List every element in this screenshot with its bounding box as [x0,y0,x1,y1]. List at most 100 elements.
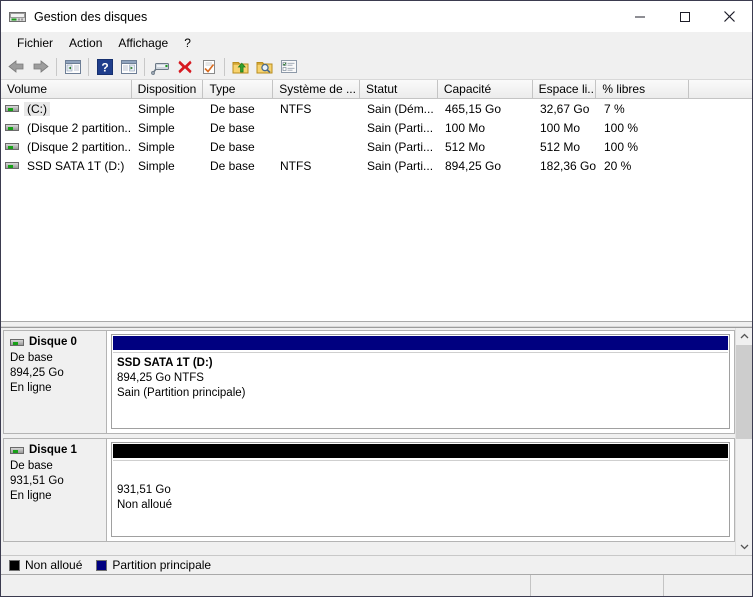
toolbar-separator [56,58,57,76]
properties-check-icon[interactable] [197,56,220,78]
menu-bar: Fichier Action Affichage ? [1,32,752,54]
forward-arrow-icon[interactable] [29,56,52,78]
volume-label: SSD SATA 1T (D:) [24,159,127,173]
delete-icon[interactable] [173,56,196,78]
column-header-free-space[interactable]: Espace li... [533,80,597,98]
volume-name-cell: (Disque 2 partition... [1,140,132,154]
volume-filesystem-cell: NTFS [274,159,361,173]
column-header-disposition[interactable]: Disposition [132,80,204,98]
scrollbar-thumb[interactable] [736,345,752,439]
column-header-free-percent[interactable]: % libres [596,80,689,98]
volume-filesystem-cell: NTFS [274,102,361,116]
partition-status: Sain (Partition principale) [117,386,728,401]
volume-disk-icon [5,143,19,150]
disk-info-panel[interactable]: Disque 0 De base 894,25 Go En ligne [4,331,107,433]
volume-capacity-cell: 465,15 Go [439,102,534,116]
column-header-capacity[interactable]: Capacité [438,80,533,98]
table-row[interactable]: (Disque 2 partition... Simple De base Sa… [1,137,752,156]
volume-free-space-cell: 512 Mo [534,140,598,154]
volume-list-column-headers: Volume Disposition Type Système de ... S… [1,80,752,99]
disk-partitions: SSD SATA 1T (D:) 894,25 Go NTFS Sain (Pa… [107,331,734,433]
table-row[interactable]: (Disque 2 partition... Simple De base Sa… [1,118,752,137]
options-list-icon[interactable] [277,56,300,78]
partition-title: SSD SATA 1T (D:) [117,356,728,371]
graphical-view-scrollbar[interactable] [735,328,752,555]
minimize-button[interactable] [617,1,662,32]
disk-type: De base [10,351,106,366]
volume-status-cell: Sain (Parti... [361,140,439,154]
legend-entry-unallocated: Non alloué [9,558,82,572]
export-list-icon[interactable] [229,56,252,78]
volume-disposition-cell: Simple [132,159,204,173]
disk-block[interactable]: Disque 0 De base 894,25 Go En ligne SSD … [3,330,735,434]
title-bar-left: Gestion des disques [1,10,147,24]
disk-name: Disque 0 [29,335,77,350]
volume-list-pane: Volume Disposition Type Système de ... S… [1,79,752,321]
back-arrow-icon[interactable] [5,56,28,78]
menu-fichier[interactable]: Fichier [9,34,61,52]
volume-type-cell: De base [204,140,274,154]
graphical-view-content: Disque 0 De base 894,25 Go En ligne SSD … [1,328,735,555]
volume-disk-icon [5,162,19,169]
disk-state: En ligne [10,381,106,396]
partition-details: 931,51 Go Non alloué [113,460,728,535]
menu-action[interactable]: Action [61,34,110,52]
table-row[interactable]: (C:) Simple De base NTFS Sain (Dém... 46… [1,99,752,118]
volume-label: (C:) [24,102,50,116]
volume-free-space-cell: 182,36 Go [534,159,598,173]
disk-drive-icon [10,447,24,454]
disk-title-row: Disque 0 [10,335,106,350]
column-header-volume[interactable]: Volume [1,80,132,98]
toolbar: ? [1,54,752,79]
search-folder-icon[interactable] [253,56,276,78]
menu-affichage[interactable]: Affichage [110,34,176,52]
volume-status-cell: Sain (Parti... [361,159,439,173]
window-controls [617,1,752,32]
volume-name-cell: (C:) [1,102,132,116]
column-header-filesystem[interactable]: Système de ... [273,80,360,98]
volume-disk-icon [5,124,19,131]
svg-text:?: ? [101,60,108,74]
column-header-status[interactable]: Statut [360,80,438,98]
volume-type-cell: De base [204,159,274,173]
close-button[interactable] [707,1,752,32]
column-header-type[interactable]: Type [203,80,273,98]
partition-size-fs: 931,51 Go [117,483,728,498]
legend-swatch-primary-partition [96,560,107,571]
volume-type-cell: De base [204,121,274,135]
disk-size: 931,51 Go [10,474,106,489]
disk-drive-icon [9,10,26,24]
disk-title-row: Disque 1 [10,443,106,458]
disk-type: De base [10,459,106,474]
legend-label-primary-partition: Partition principale [112,558,211,572]
column-header-empty[interactable] [689,80,752,98]
rescan-disks-icon[interactable] [149,56,172,78]
disk-block[interactable]: Disque 1 De base 931,51 Go En ligne 931,… [3,438,735,542]
status-segment-tertiary [664,575,752,596]
table-row[interactable]: SSD SATA 1T (D:) Simple De base NTFS Sai… [1,156,752,175]
disk-info-panel[interactable]: Disque 1 De base 931,51 Go En ligne [4,439,107,541]
volume-status-cell: Sain (Parti... [361,121,439,135]
menu-help[interactable]: ? [176,34,199,52]
show-action-pane-icon[interactable] [117,56,140,78]
volume-type-cell: De base [204,102,274,116]
toolbar-separator [144,58,145,76]
graphical-view-pane: Disque 0 De base 894,25 Go En ligne SSD … [1,327,752,555]
window-title: Gestion des disques [34,10,147,24]
toolbar-separator [224,58,225,76]
volume-label: (Disque 2 partition... [24,140,132,154]
disk-drive-icon [10,339,24,346]
toolbar-separator [88,58,89,76]
disk-size: 894,25 Go [10,366,106,381]
chevron-up-icon[interactable] [736,328,752,345]
partition-block[interactable]: SSD SATA 1T (D:) 894,25 Go NTFS Sain (Pa… [111,334,730,429]
scrollbar-track[interactable] [736,345,752,538]
disk-partitions: 931,51 Go Non alloué [107,439,734,541]
partition-block[interactable]: 931,51 Go Non alloué [111,442,730,537]
legend-entry-primary-partition: Partition principale [96,558,211,572]
maximize-button[interactable] [662,1,707,32]
title-bar: Gestion des disques [1,1,752,32]
help-icon[interactable]: ? [93,56,116,78]
chevron-down-icon[interactable] [736,538,752,555]
show-console-tree-icon[interactable] [61,56,84,78]
